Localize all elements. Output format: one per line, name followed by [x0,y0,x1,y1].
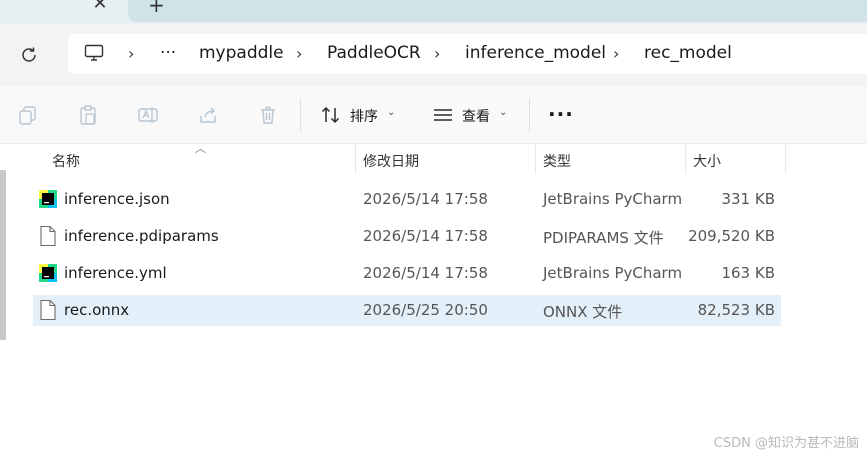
delete-icon[interactable] [257,104,279,126]
column-header-name[interactable]: 名称 [52,151,80,171]
address-row: › ··· mypaddle › PaddleOCR › inference_m… [0,24,867,86]
command-bar: 排序 ⌄ 查看 ⌄ ··· [0,86,867,144]
file-icon [40,225,56,247]
breadcrumb-separator[interactable]: › [296,44,302,63]
view-list-icon [434,109,452,121]
file-type: ONNX 文件 [543,303,623,321]
file-name: inference.json [64,190,170,208]
paste-icon[interactable] [77,104,99,126]
breadcrumb-mypaddle[interactable]: mypaddle [199,43,284,63]
file-row[interactable]: inference.yml 2026/5/14 17:58 JetBrains Py… [33,258,781,289]
breadcrumb-paddleocr[interactable]: PaddleOCR [327,43,421,63]
file-name: inference.yml [64,264,167,282]
file-row[interactable]: inference.json 2026/5/14 17:58 JetBrains P… [33,184,781,215]
file-type: PDIPARAMS 文件 [543,229,664,247]
pycharm-icon [39,190,57,208]
file-row[interactable]: inference.pdiparams 2026/5/14 17:58 PDIPAR… [33,221,781,252]
tab-strip: ✕ + [0,0,867,24]
tab-bar-empty-area [128,0,867,22]
column-divider[interactable] [785,144,786,174]
toolbar-divider [529,98,530,132]
sort-ascending-icon: ︿ [195,142,206,155]
file-name: rec.onnx [64,301,130,319]
this-pc-icon[interactable] [84,44,104,62]
new-tab-button[interactable]: + [148,0,165,15]
column-header-modified[interactable]: 修改日期 [363,151,419,171]
watermark: CSDN @知识为甚不进脑 [713,436,859,451]
pycharm-icon [39,264,57,282]
more-options-button[interactable]: ··· [548,102,574,126]
file-type: JetBrains PyCharm [543,190,683,208]
navigation-pane-edge[interactable] [0,170,6,340]
column-divider[interactable] [355,144,356,174]
file-modified-date: 2026/5/25 20:50 [363,301,488,319]
file-modified-date: 2026/5/14 17:58 [363,227,488,245]
column-divider[interactable] [685,144,686,174]
copy-icon[interactable] [17,104,39,126]
breadcrumb-inference-model[interactable]: inference_model [465,43,606,63]
column-header-type[interactable]: 类型 [543,151,571,171]
breadcrumb-separator[interactable]: › [613,44,619,63]
sort-label: 排序 [350,109,378,125]
chevron-down-icon: ⌄ [387,107,396,118]
breadcrumb-rec-model[interactable]: rec_model [644,43,732,63]
file-modified-date: 2026/5/14 17:58 [363,264,488,282]
file-size: 331 KB [721,190,775,208]
file-list: ︿ 名称 修改日期 类型 大小 inference.json 2026/5/14 … [0,142,867,459]
rename-icon[interactable] [137,104,159,126]
file-type: JetBrains PyCharm [543,264,683,282]
file-size: 82,523 KB [697,301,775,319]
close-tab-icon[interactable]: ✕ [90,0,110,16]
file-size: 163 KB [721,264,775,282]
file-icon [40,299,56,321]
refresh-icon[interactable] [18,44,40,66]
sort-icon [321,106,340,124]
view-label: 查看 [462,109,490,125]
address-bar[interactable]: › ··· mypaddle › PaddleOCR › inference_m… [68,34,867,74]
file-modified-date: 2026/5/14 17:58 [363,190,488,208]
file-size: 209,520 KB [688,227,775,245]
toolbar-divider [300,98,301,132]
breadcrumb-separator[interactable]: › [434,44,440,63]
breadcrumb-separator[interactable]: › [128,44,134,63]
file-row[interactable]: rec.onnx 2026/5/25 20:50 ONNX 文件 82,523 KB [33,295,781,326]
share-icon[interactable] [197,104,219,126]
column-header-size[interactable]: 大小 [693,151,721,171]
breadcrumb-overflow[interactable]: ··· [160,43,176,63]
chevron-down-icon: ⌄ [499,107,508,118]
column-divider[interactable] [535,144,536,174]
file-name: inference.pdiparams [64,227,219,245]
